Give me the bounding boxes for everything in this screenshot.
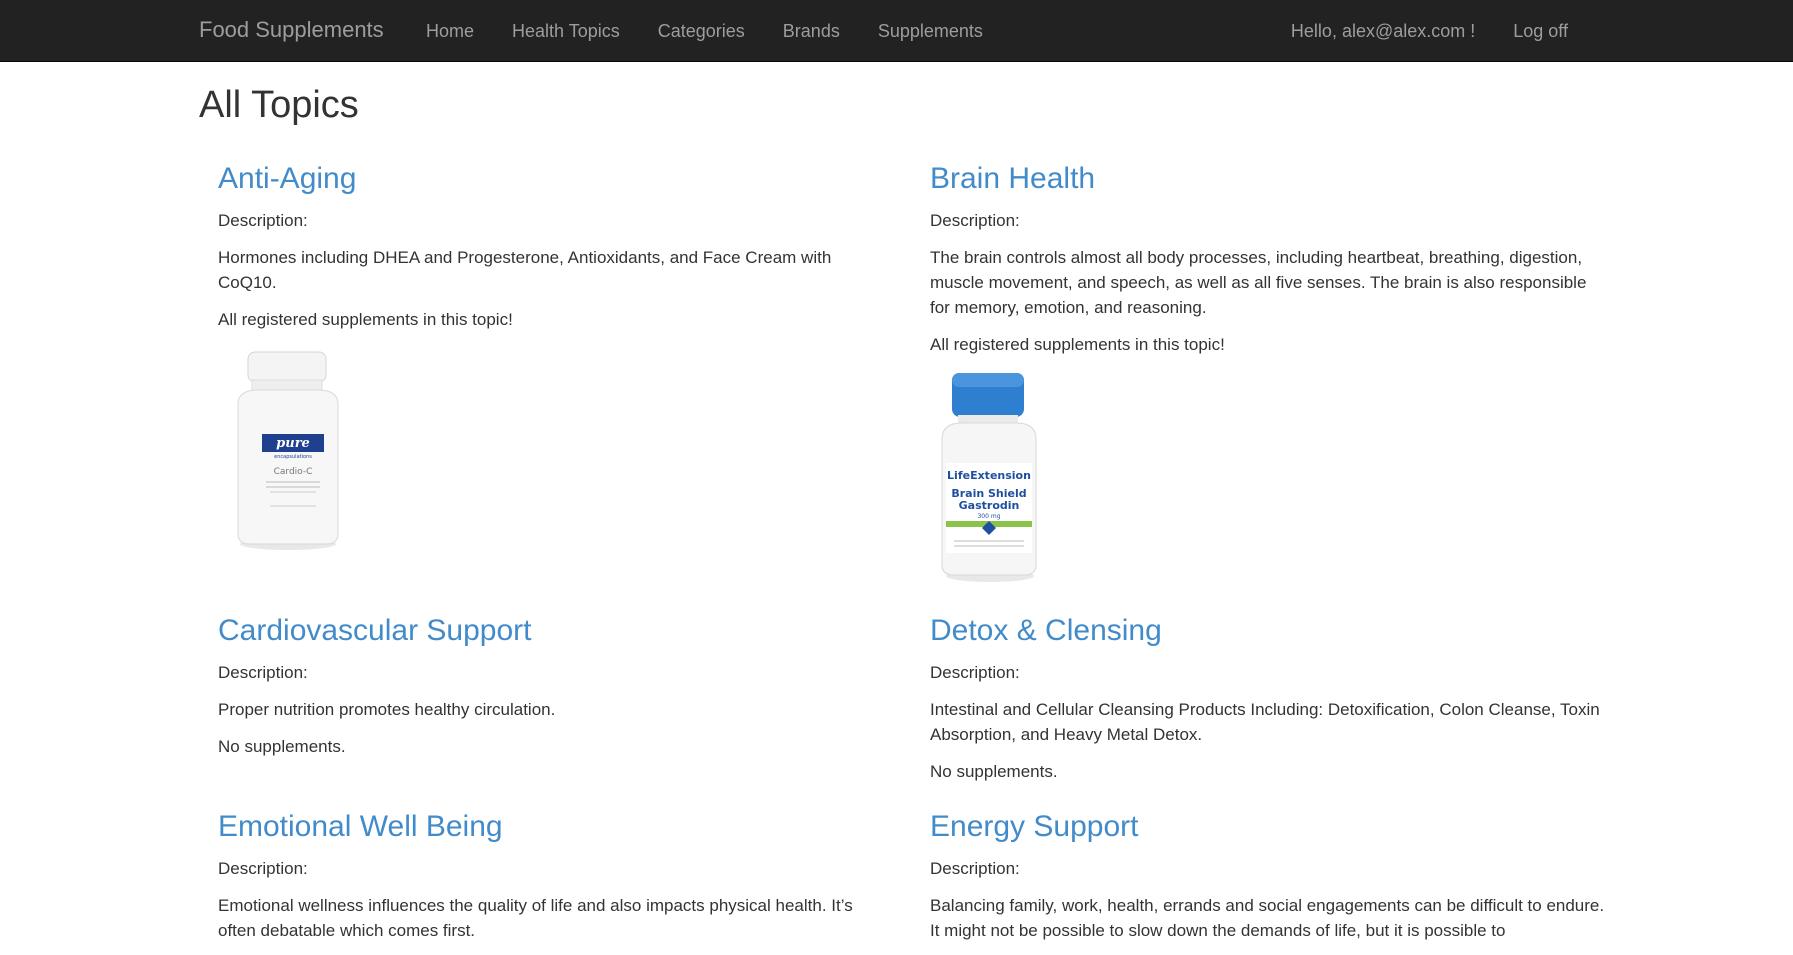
- topic-description: The brain controls almost all body proce…: [930, 248, 1587, 317]
- supplements-note: All registered supplements in this topic…: [930, 335, 1225, 354]
- top-navbar: Food Supplements Home Health Topics Cate…: [0, 0, 1793, 62]
- topic-card-brain-health: Brain Health Description: The brain cont…: [930, 160, 1615, 584]
- description-label: Description:: [218, 663, 308, 682]
- nav-categories[interactable]: Categories: [639, 21, 764, 42]
- topic-card-detox: Detox & Clensing Description: Intestinal…: [930, 612, 1615, 796]
- description-label: Description:: [930, 859, 1020, 878]
- description-label: Description:: [218, 859, 308, 878]
- nav-health-topics[interactable]: Health Topics: [493, 21, 639, 42]
- bottle-product-text: Cardio-C: [274, 467, 313, 477]
- topic-description: Hormones including DHEA and Progesterone…: [218, 248, 832, 292]
- topic-description: Balancing family, work, health, errands …: [930, 896, 1605, 940]
- topic-description: Proper nutrition promotes healthy circul…: [218, 700, 556, 719]
- bottle-product2-text: Gastrodin: [959, 499, 1020, 512]
- topic-title-detox[interactable]: Detox & Clensing: [930, 612, 1615, 650]
- topic-card-cardiovascular: Cardiovascular Support Description: Prop…: [218, 612, 903, 771]
- nav-home[interactable]: Home: [407, 21, 493, 42]
- page-title: All Topics: [199, 84, 359, 126]
- nav-supplements[interactable]: Supplements: [859, 21, 1002, 42]
- cardio-c-bottle-image[interactable]: pure encapsulations Cardio-C: [218, 344, 358, 554]
- topic-title-energy[interactable]: Energy Support: [930, 808, 1615, 846]
- topic-card-energy: Energy Support Description: Balancing fa…: [930, 808, 1615, 955]
- user-nav: Hello, alex@alex.com ! Log off: [1272, 0, 1587, 62]
- main-nav: Home Health Topics Categories Brands Sup…: [407, 0, 1002, 62]
- description-label: Description:: [930, 211, 1020, 230]
- topic-title-anti-aging[interactable]: Anti-Aging: [218, 160, 903, 198]
- supplements-note: No supplements.: [930, 762, 1058, 781]
- topic-title-cardiovascular[interactable]: Cardiovascular Support: [218, 612, 903, 650]
- bottle-brand-text: pure: [276, 436, 310, 451]
- topic-description: Intestinal and Cellular Cleansing Produc…: [930, 700, 1600, 744]
- supplements-note: All registered supplements in this topic…: [218, 310, 513, 329]
- topic-title-brain-health[interactable]: Brain Health: [930, 160, 1615, 198]
- nav-brands[interactable]: Brands: [764, 21, 859, 42]
- bottle-brand-text: LifeExtension: [947, 469, 1031, 482]
- topic-card-emotional: Emotional Well Being Description: Emotio…: [218, 808, 903, 955]
- topic-description: Emotional wellness influences the qualit…: [218, 896, 853, 940]
- topic-title-emotional[interactable]: Emotional Well Being: [218, 808, 903, 846]
- topic-card-anti-aging: Anti-Aging Description: Hormones includi…: [218, 160, 903, 554]
- supplements-note: No supplements.: [218, 737, 346, 756]
- brand-link[interactable]: Food Supplements: [199, 17, 384, 43]
- brain-shield-bottle-image[interactable]: LifeExtension Brain Shield Gastrodin 300…: [930, 369, 1050, 584]
- bottle-subbrand-text: encapsulations: [274, 454, 312, 460]
- bottle-dose-text: 300 mg: [977, 513, 1000, 520]
- description-label: Description:: [218, 211, 308, 230]
- logoff-link[interactable]: Log off: [1494, 21, 1587, 42]
- description-label: Description:: [930, 663, 1020, 682]
- user-greeting-link[interactable]: Hello, alex@alex.com !: [1272, 21, 1494, 42]
